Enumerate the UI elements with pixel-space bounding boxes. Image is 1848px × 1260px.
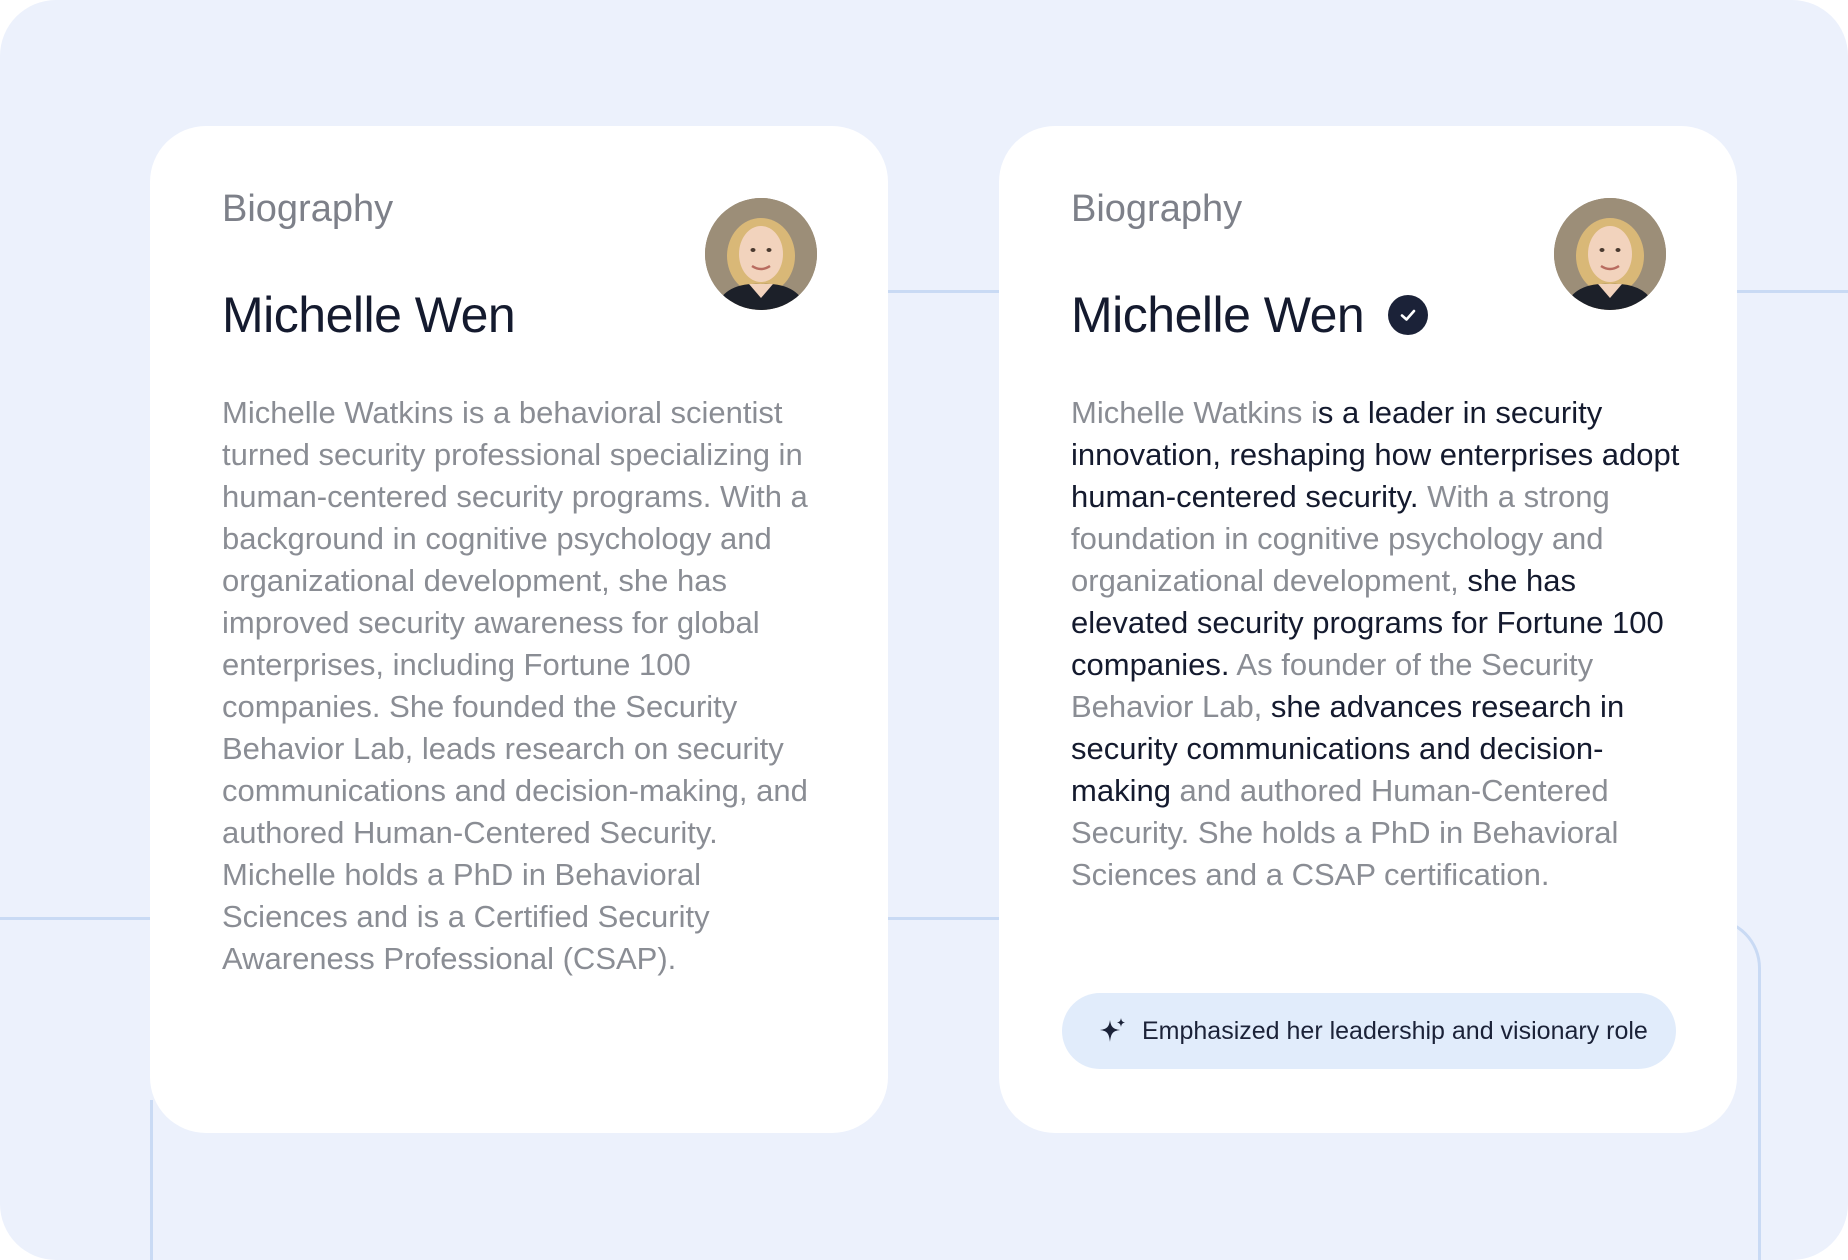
bio-card-rewritten: Biography Michelle Wen Michelle Watkins …: [999, 126, 1737, 1133]
profile-name: Michelle Wen: [1071, 286, 1429, 344]
check-circle-icon: [1388, 295, 1429, 335]
avatar: [705, 198, 817, 310]
bio-text: Michelle Watkins is a behavioral scienti…: [222, 392, 832, 980]
connector-line: [0, 917, 160, 920]
bio-card-original: Biography Michelle Wen Michelle Watkins …: [150, 126, 888, 1133]
section-label: Biography: [222, 188, 394, 230]
avatar: [1554, 198, 1666, 310]
connector-line: [880, 917, 1010, 920]
section-label: Biography: [1071, 188, 1243, 230]
change-summary-text: Emphasized her leadership and visionary …: [1142, 1016, 1648, 1045]
bio-segment: Michelle Watkins is a behavioral scienti…: [222, 395, 808, 976]
connector-line: [1730, 290, 1848, 293]
connector-line: [880, 290, 1010, 293]
connector-line: [150, 1100, 153, 1260]
canvas: Biography Michelle Wen Michelle Watkins …: [0, 0, 1848, 1260]
profile-name-text: Michelle Wen: [222, 287, 516, 343]
bio-segment: Michelle Watkins i: [1071, 395, 1318, 430]
profile-name-text: Michelle Wen: [1071, 287, 1365, 343]
profile-name: Michelle Wen: [222, 286, 516, 344]
sparkle-icon: [1098, 1016, 1128, 1046]
change-summary-chip[interactable]: Emphasized her leadership and visionary …: [1062, 993, 1676, 1069]
bio-text: Michelle Watkins is a leader in security…: [1071, 392, 1681, 896]
